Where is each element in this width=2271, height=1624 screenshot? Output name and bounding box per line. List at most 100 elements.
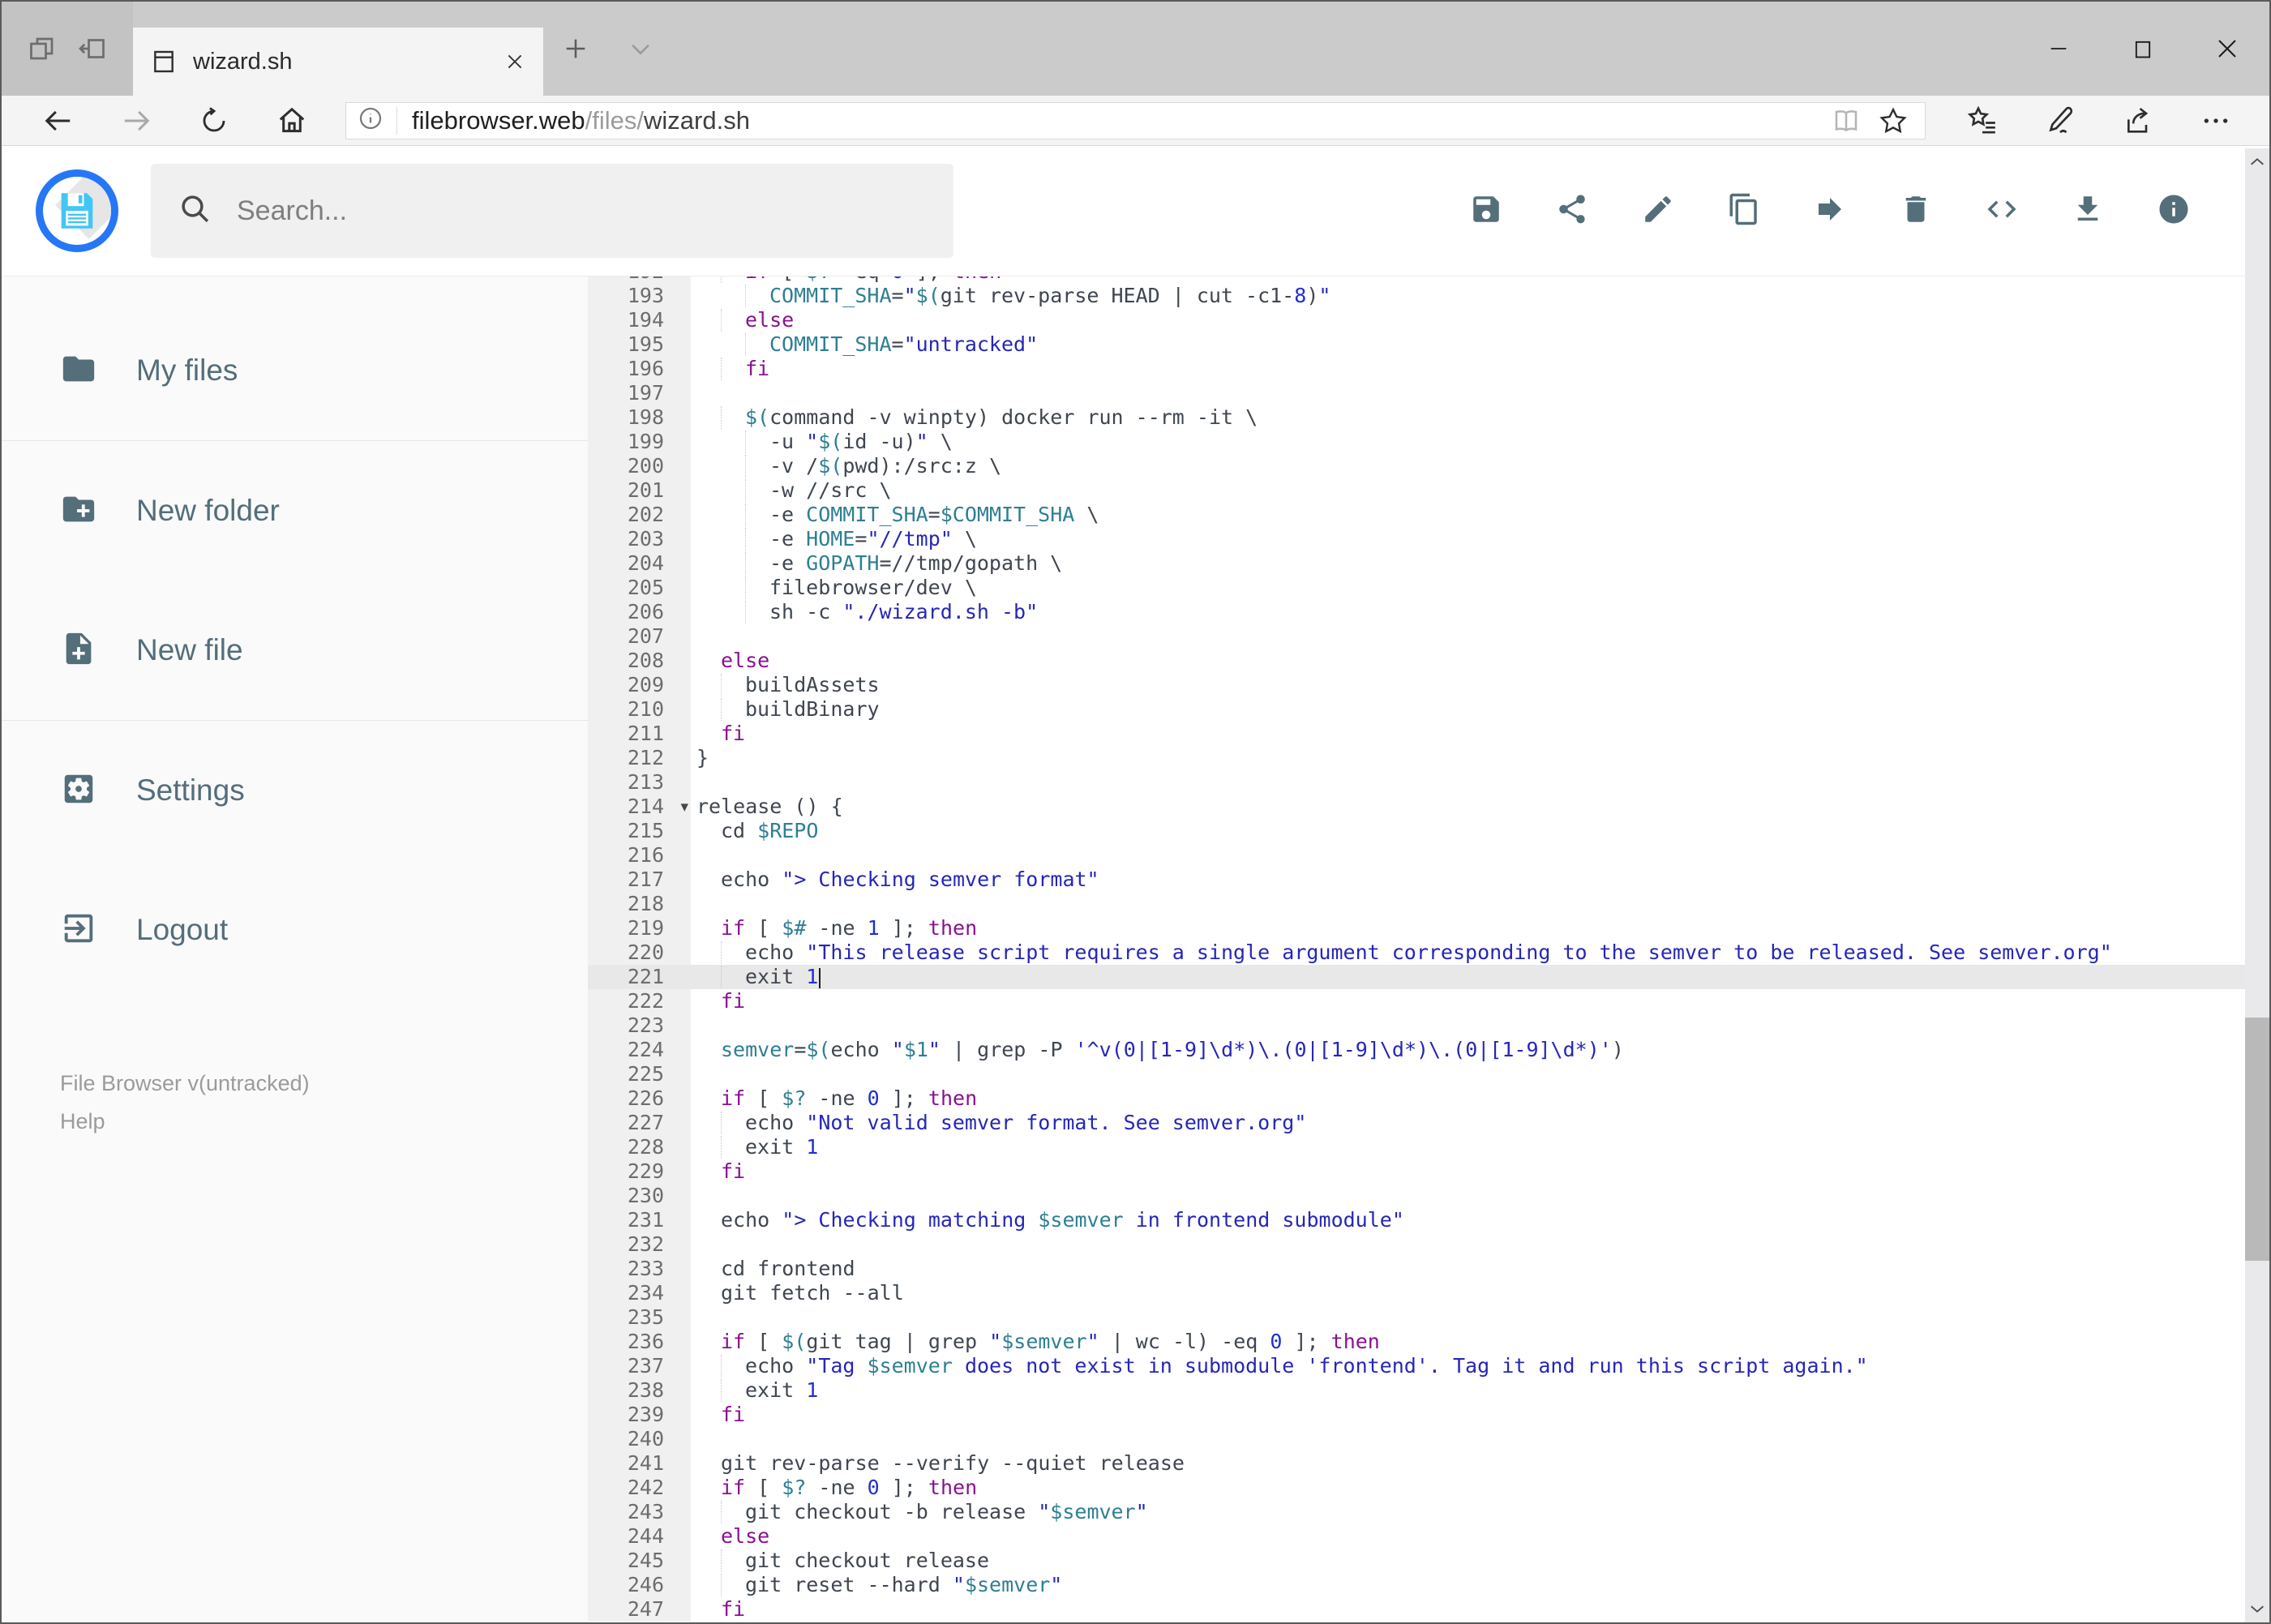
hub-icon[interactable]: [1943, 100, 2021, 142]
code-line-194[interactable]: 194 else: [588, 308, 2269, 332]
ink-icon[interactable]: [2021, 100, 2099, 142]
code-line-217[interactable]: 217 echo "> Checking semver format": [588, 868, 2269, 892]
address-bar[interactable]: filebrowser.web/files/wizard.sh: [345, 101, 1926, 139]
code-line-210[interactable]: 210 buildBinary: [588, 697, 2269, 722]
code-line-215[interactable]: 215 cd $REPO: [588, 819, 2269, 843]
sidebar-item-new-folder[interactable]: New folder: [2, 441, 588, 581]
sidebar-item-new-file[interactable]: New file: [2, 581, 588, 720]
file-browser-floppy-logo[interactable]: [36, 169, 118, 252]
code-line-214[interactable]: 214 ▾ release () {: [588, 795, 2269, 819]
code-line-237[interactable]: 237 echo "Tag $semver does not exist in s…: [588, 1354, 2269, 1378]
code-line-232[interactable]: 232: [588, 1232, 2269, 1257]
code-line-227[interactable]: 227 echo "Not valid semver format. See se…: [588, 1111, 2269, 1135]
code-line-236[interactable]: 236 if [ $(git tag | grep "$semver" | wc …: [588, 1330, 2269, 1354]
browser-tab[interactable]: wizard.sh: [133, 28, 543, 96]
code-line-226[interactable]: 226 if [ $? -ne 0 ]; then: [588, 1086, 2269, 1111]
forward-icon[interactable]: [101, 100, 172, 142]
code-line-222[interactable]: 222 fi: [588, 989, 2269, 1013]
maximize-button[interactable]: [2101, 2, 2185, 96]
info-icon[interactable]: [358, 105, 383, 135]
search-input[interactable]: Search...: [151, 164, 953, 258]
code-line-220[interactable]: 220 echo "This release script requires a …: [588, 941, 2269, 965]
code-line-207[interactable]: 207: [588, 624, 2269, 649]
close-tab-icon[interactable]: [504, 28, 525, 96]
code-line-211[interactable]: 211 fi: [588, 722, 2269, 746]
code-line-231[interactable]: 231 echo "> Checking matching $semver in …: [588, 1208, 2269, 1232]
save-button[interactable]: [1468, 193, 1504, 229]
sidebar-item-my-files[interactable]: My files: [2, 301, 588, 440]
code-line-216[interactable]: 216: [588, 843, 2269, 868]
code-line-209[interactable]: 209 buildAssets: [588, 673, 2269, 697]
code-line-229[interactable]: 229 fi: [588, 1159, 2269, 1184]
move-button[interactable]: [1812, 193, 1848, 229]
code-line-230[interactable]: 230: [588, 1184, 2269, 1208]
close-window-button[interactable]: [2185, 2, 2269, 96]
share-icon[interactable]: [2099, 100, 2177, 142]
code-line-245[interactable]: 245 git checkout release: [588, 1549, 2269, 1573]
code-line-239[interactable]: 239 fi: [588, 1403, 2269, 1427]
code-line-204[interactable]: 204 -e GOPATH=//tmp/gopath \: [588, 551, 2269, 576]
tab-chevron-icon[interactable]: [608, 2, 673, 96]
download-button[interactable]: [2070, 193, 2106, 229]
scroll-down-icon[interactable]: [2245, 1595, 2269, 1622]
scroll-up-icon[interactable]: [2245, 148, 2269, 176]
code-line-218[interactable]: 218: [588, 892, 2269, 916]
code-line-208[interactable]: 208 else: [588, 649, 2269, 673]
code-line-244[interactable]: 244 else: [588, 1524, 2269, 1549]
code-view-button[interactable]: [1984, 193, 2020, 229]
code-line-238[interactable]: 238 exit 1: [588, 1378, 2269, 1403]
code-line-205[interactable]: 205 filebrowser/dev \: [588, 576, 2269, 600]
fold-arrow-icon[interactable]: ▾: [680, 795, 688, 819]
new-tab-icon[interactable]: [543, 2, 608, 96]
code-line-240[interactable]: 240: [588, 1427, 2269, 1451]
help-link[interactable]: Help: [60, 1109, 310, 1134]
code-line-201[interactable]: 201 -w //src \: [588, 478, 2269, 503]
tabs-aside-icon[interactable]: [78, 34, 107, 63]
code-line-243[interactable]: 243 git checkout -b release "$semver": [588, 1500, 2269, 1524]
refresh-icon[interactable]: [178, 100, 250, 142]
delete-button[interactable]: [1898, 193, 1934, 229]
sidebar-item-settings[interactable]: Settings: [2, 721, 588, 860]
code-line-234[interactable]: 234 git fetch --all: [588, 1281, 2269, 1305]
code-line-225[interactable]: 225: [588, 1062, 2269, 1086]
minimize-button[interactable]: [2016, 2, 2101, 96]
code-line-223[interactable]: 223: [588, 1013, 2269, 1038]
code-line-212[interactable]: 212}: [588, 746, 2269, 770]
copy-button[interactable]: [1726, 193, 1762, 229]
reading-view-icon[interactable]: [1823, 106, 1870, 135]
code-line-203[interactable]: 203 -e HOME="//tmp" \: [588, 527, 2269, 551]
code-line-200[interactable]: 200 -v /$(pwd):/src:z \: [588, 454, 2269, 478]
code-line-199[interactable]: 199 -u "$(id -u)" \: [588, 430, 2269, 454]
code-line-228[interactable]: 228 exit 1: [588, 1135, 2269, 1159]
code-line-202[interactable]: 202 -e COMMIT_SHA=$COMMIT_SHA \: [588, 503, 2269, 527]
code-line-219[interactable]: 219 if [ $# -ne 1 ]; then: [588, 916, 2269, 941]
code-line-193[interactable]: 193 COMMIT_SHA="$(git rev-parse HEAD | cu…: [588, 284, 2269, 308]
code-line-198[interactable]: 198 $(command -v winpty) docker run --rm …: [588, 405, 2269, 430]
back-icon[interactable]: [23, 100, 94, 142]
url-text[interactable]: filebrowser.web/files/wizard.sh: [397, 106, 1823, 135]
code-line-246[interactable]: 246 git reset --hard "$semver": [588, 1573, 2269, 1597]
code-line-213[interactable]: 213: [588, 770, 2269, 795]
code-line-196[interactable]: 196 fi: [588, 357, 2269, 381]
scrollbar-thumb[interactable]: [2245, 1018, 2269, 1261]
code-line-242[interactable]: 242 if [ $? -ne 0 ]; then: [588, 1476, 2269, 1500]
code-line-224[interactable]: 224 semver=$(echo "$1" | grep -P '^v(0|[1…: [588, 1038, 2269, 1062]
tab-preview-icon[interactable]: [28, 34, 57, 63]
code-line-247[interactable]: 247 fi: [588, 1597, 2269, 1622]
code-line-233[interactable]: 233 cd frontend: [588, 1257, 2269, 1281]
home-icon[interactable]: [256, 100, 328, 142]
rename-button[interactable]: [1640, 193, 1676, 229]
ellipsis-icon[interactable]: [2177, 100, 2255, 142]
code-line-206[interactable]: 206 sh -c "./wizard.sh -b": [588, 600, 2269, 624]
code-line-195[interactable]: 195 COMMIT_SHA="untracked": [588, 332, 2269, 357]
code-editor[interactable]: 192if [ $? -eq 0 ]; then193COMMIT_SHA="$…: [588, 276, 2269, 1622]
code-line-197[interactable]: 197: [588, 381, 2269, 405]
code-line-235[interactable]: 235: [588, 1305, 2269, 1330]
favorite-star-icon[interactable]: [1870, 106, 1917, 135]
share-button[interactable]: [1554, 193, 1590, 229]
scrollbar[interactable]: [2245, 148, 2269, 1622]
code-line-221[interactable]: 221 exit 1: [588, 965, 2269, 989]
sidebar-item-logout[interactable]: Logout: [2, 860, 588, 1000]
code-line-241[interactable]: 241 git rev-parse --verify --quiet releas…: [588, 1451, 2269, 1476]
code-line-192[interactable]: 192if [ $? -eq 0 ]; then: [588, 276, 2269, 284]
